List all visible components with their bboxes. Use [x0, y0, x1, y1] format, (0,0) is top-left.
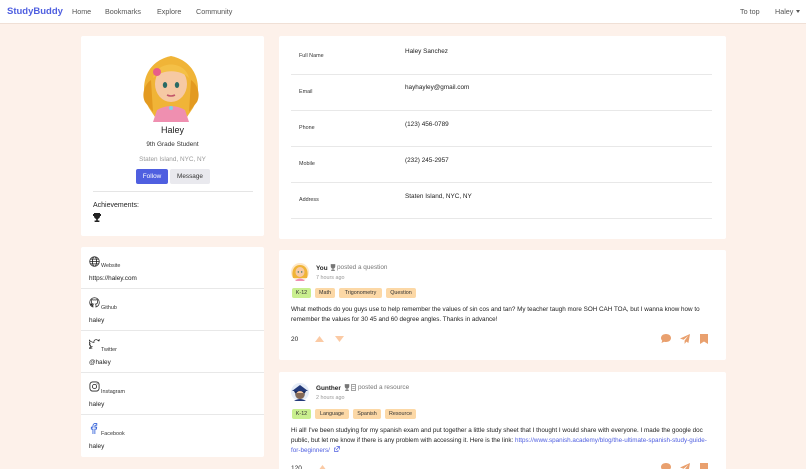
row-divider [291, 218, 712, 219]
row-divider [291, 74, 712, 75]
row-divider [291, 146, 712, 147]
nav-link-explore[interactable]: Explore [157, 7, 181, 16]
trophy-icon [331, 264, 336, 271]
nav-link-home[interactable]: Home [72, 7, 91, 16]
detail-label-full-name: Full Name [299, 53, 324, 59]
achievements-label: Achievements: [93, 202, 139, 209]
post-timestamp: 7 hours ago [316, 275, 345, 281]
detail-value-address: Staten Island, NYC, NY [405, 193, 472, 200]
post-author-avatar[interactable] [291, 263, 309, 281]
detail-label-mobile: Mobile [299, 161, 315, 167]
bookmark-icon[interactable] [700, 463, 708, 469]
vote-score: 120 [291, 465, 302, 469]
post-body: Hi all! I've been studying for my spanis… [291, 426, 713, 456]
to-top-link[interactable]: To top [740, 7, 760, 16]
post-author-name[interactable]: You [316, 264, 336, 272]
detail-label-phone: Phone [299, 125, 315, 131]
profile-avatar [143, 56, 199, 122]
social-links-card: Website https://haley.com Github haley T… [81, 247, 264, 457]
bookmark-icon[interactable] [700, 334, 708, 344]
comment-icon[interactable] [661, 334, 671, 343]
post-author-label: You [316, 265, 328, 272]
link-value-website[interactable]: https://haley.com [89, 275, 137, 282]
post-author-name[interactable]: Gunther [316, 384, 357, 392]
link-value-facebook[interactable]: haley [89, 443, 104, 450]
link-value-github[interactable]: haley [89, 317, 104, 324]
user-menu-label: Haley [775, 7, 794, 16]
detail-label-email: Email [299, 89, 313, 95]
tag-question[interactable]: Question [386, 288, 416, 298]
detail-value-email: hayhayley@gmail.com [405, 84, 470, 91]
upvote-icon[interactable] [315, 336, 324, 342]
badge-icon [351, 384, 357, 391]
link-value-twitter[interactable]: @haley [89, 359, 111, 366]
divider [93, 191, 253, 192]
link-value-instagram[interactable]: haley [89, 401, 104, 408]
row-divider [81, 330, 264, 331]
link-label-instagram: Instagram [101, 389, 125, 395]
profile-name: Haley [160, 125, 184, 135]
share-icon[interactable] [680, 463, 690, 469]
brand-logo[interactable]: StudyBuddy [7, 6, 63, 17]
tag-language[interactable]: Language [315, 409, 349, 419]
user-menu[interactable]: Haley [775, 7, 801, 16]
detail-label-address: Address [299, 197, 319, 203]
github-icon [89, 297, 100, 308]
twitter-icon [89, 339, 100, 349]
row-divider [291, 182, 712, 183]
trophy-icon [93, 213, 101, 222]
row-divider [81, 288, 264, 289]
tag-k12[interactable]: K-12 [292, 288, 311, 298]
post-card: You posted a question 7 hours ago K-12 M… [279, 250, 726, 360]
share-icon[interactable] [680, 334, 690, 344]
post-timestamp: 2 hours ago [316, 395, 345, 401]
row-divider [291, 110, 712, 111]
post-body: What methods do you guys use to help rem… [291, 306, 700, 323]
detail-value-mobile: (232) 245-2957 [405, 157, 449, 164]
post-action: posted a question [337, 264, 388, 271]
trophy-icon [344, 384, 349, 391]
comment-icon[interactable] [661, 463, 671, 469]
post-card: Gunther posted a resource 2 hours ago K-… [279, 372, 726, 469]
facebook-icon [90, 423, 98, 434]
tag-k12[interactable]: K-12 [292, 409, 311, 419]
external-link-icon[interactable] [333, 446, 340, 452]
follow-button[interactable]: Follow [136, 169, 168, 184]
row-divider [81, 372, 264, 373]
details-card: Full Name Haley Sanchez Email hayhayley@… [279, 36, 726, 239]
post-author-label: Gunther [316, 385, 341, 392]
tag-resource[interactable]: Resource [385, 409, 416, 419]
link-label-facebook: Facebook [101, 431, 125, 437]
globe-icon [89, 256, 100, 267]
nav-link-bookmarks[interactable]: Bookmarks [105, 7, 141, 16]
instagram-icon [89, 381, 100, 392]
post-author-avatar[interactable] [291, 383, 309, 401]
profile-card: Haley 9th Grade Student Staten Island, N… [81, 36, 264, 236]
nav-link-community[interactable]: Community [196, 7, 232, 16]
link-label-website: Website [101, 263, 121, 269]
link-label-twitter: Twitter [101, 347, 117, 353]
post-action: posted a resource [358, 384, 410, 391]
profile-grade: 9th Grade Student [146, 141, 199, 148]
detail-value-phone: (123) 456-0789 [405, 121, 449, 128]
top-navbar: StudyBuddy Home Bookmarks Explore Commun… [0, 0, 806, 24]
link-label-github: Github [101, 305, 117, 311]
chevron-down-icon [796, 10, 801, 13]
tag-spanish[interactable]: Spanish [353, 409, 381, 419]
message-button[interactable]: Message [170, 169, 210, 184]
tag-trigonometry[interactable]: Trigonometry [339, 288, 382, 298]
tag-math[interactable]: Math [315, 288, 335, 298]
profile-location: Staten Island, NYC, NY [139, 156, 206, 163]
downvote-icon[interactable] [335, 336, 344, 342]
upvote-icon[interactable] [318, 465, 327, 469]
row-divider [81, 414, 264, 415]
detail-value-full-name: Haley Sanchez [405, 48, 448, 55]
vote-score: 20 [291, 336, 299, 343]
